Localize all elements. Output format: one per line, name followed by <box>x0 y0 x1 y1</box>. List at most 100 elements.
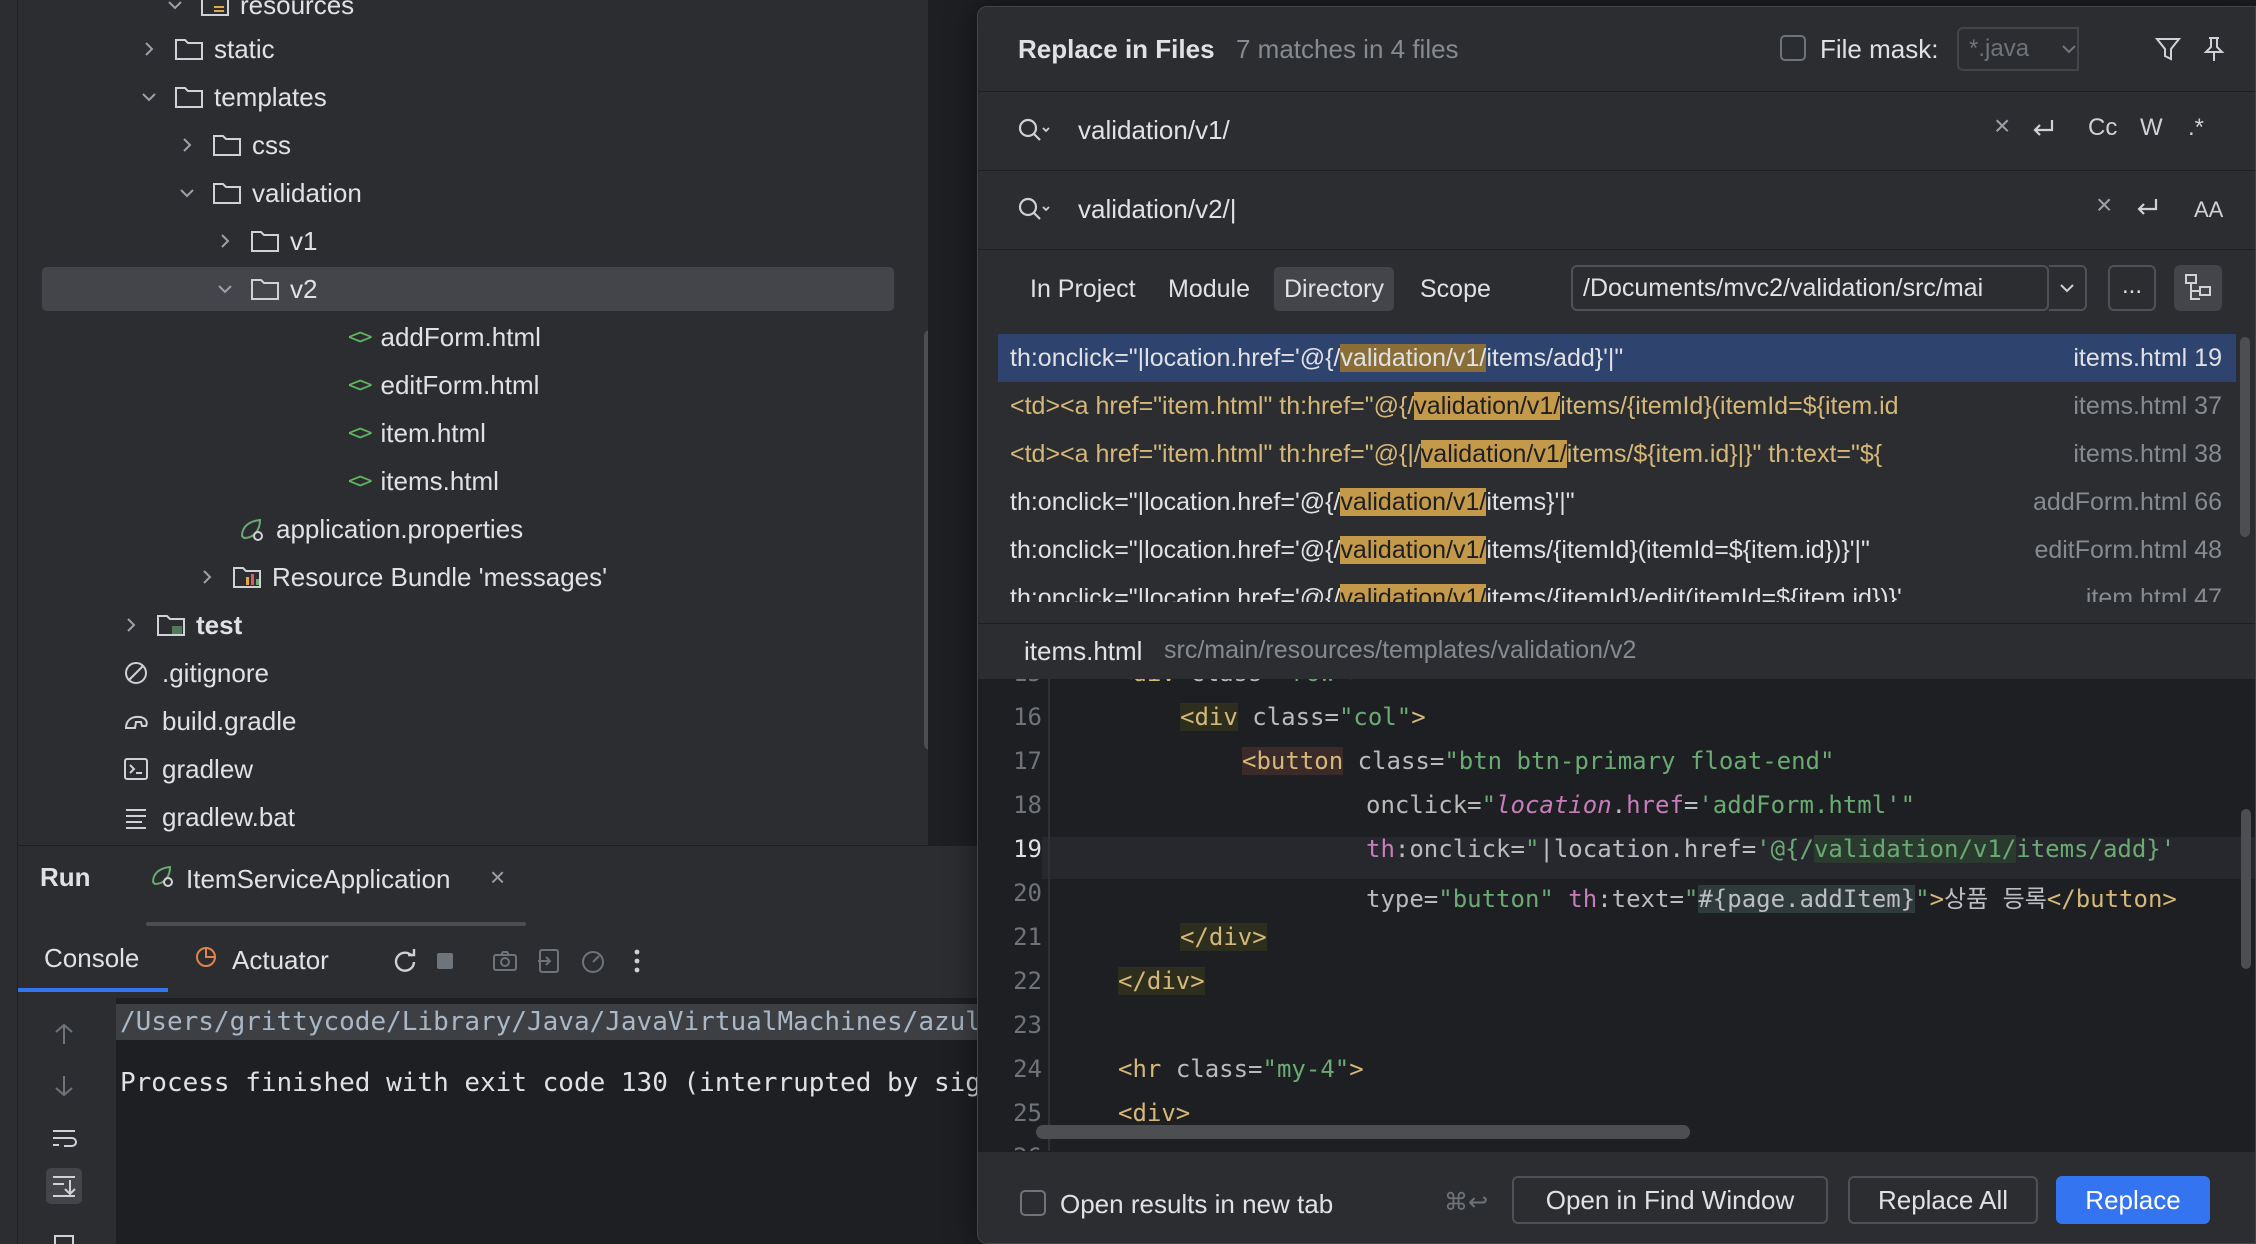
search-row: validation/v1/ × Cc W .* <box>978 92 2255 170</box>
directory-input[interactable]: /Documents/mvc2/validation/src/mai <box>1571 265 2049 311</box>
code-line: </div> <box>1180 923 1267 951</box>
rerun-icon[interactable] <box>390 946 420 976</box>
tree-item-gradlew-bat[interactable]: gradlew.bat <box>18 794 928 840</box>
tree-item-resource-bundle[interactable]: Resource Bundle 'messages' <box>18 554 928 600</box>
dialog-footer: Open results in new tab ⌘↩ Open in Find … <box>978 1151 2255 1243</box>
result-text: items/add}'|" <box>1486 343 1624 372</box>
preserve-case-toggle[interactable]: AA <box>2194 197 2223 223</box>
scroll-to-end-icon[interactable] <box>46 1168 82 1204</box>
result-text: th:onclick="|location.href='@{/ <box>1010 343 1341 372</box>
clear-search-icon[interactable]: × <box>1994 110 2010 142</box>
camera-icon[interactable] <box>490 946 520 976</box>
tree-item-test[interactable]: test <box>18 602 928 648</box>
tree-item-label: validation <box>252 177 362 208</box>
replace-input[interactable]: validation/v2/| <box>1078 194 1237 225</box>
terminal-file-icon <box>122 756 152 782</box>
results-scrollbar[interactable] <box>2240 337 2250 537</box>
tree-item-resources[interactable]: resources <box>18 0 928 28</box>
tree-item-editform[interactable]: <> editForm.html <box>18 362 928 408</box>
console-output[interactable]: /Users/grittycode/Library/Java/JavaVirtu… <box>116 998 1036 1244</box>
new-line-icon[interactable] <box>2028 114 2058 144</box>
run-config-tab[interactable]: ItemServiceApplication <box>148 862 450 897</box>
tree-item-v2[interactable]: v2 <box>18 266 928 312</box>
result-match: validation/v1/ <box>1340 343 1487 372</box>
new-line-icon[interactable] <box>2132 193 2162 223</box>
resources-folder-icon <box>200 0 230 18</box>
result-row[interactable]: <td><a href="item.html" th:href="@{/vali… <box>998 382 2236 430</box>
open-in-find-window-button[interactable]: Open in Find Window <box>1512 1176 1828 1224</box>
vertical-scrollbar[interactable] <box>2241 809 2251 969</box>
pin-icon[interactable] <box>2200 35 2228 63</box>
search-icon[interactable] <box>1016 116 1052 146</box>
filter-icon[interactable] <box>2154 35 2182 63</box>
close-icon[interactable]: × <box>490 862 505 893</box>
regex-toggle[interactable]: .* <box>2188 114 2204 142</box>
result-text: <td><a href="item.html" th:href="@{|/ <box>1010 439 1421 468</box>
shortcut-hint: ⌘↩ <box>1444 1189 1489 1216</box>
match-case-toggle[interactable]: Cc <box>2088 114 2117 142</box>
folder-icon <box>174 84 204 110</box>
tree-item-application-properties[interactable]: application.properties <box>18 506 928 552</box>
soft-wrap-icon[interactable] <box>50 1124 78 1152</box>
tree-item-item[interactable]: <> item.html <box>18 410 928 456</box>
arrow-down-icon[interactable] <box>50 1072 78 1100</box>
tree-item-validation[interactable]: validation <box>18 170 928 216</box>
spring-run-icon <box>148 862 176 897</box>
tree-item-gitignore[interactable]: .gitignore <box>18 650 928 696</box>
result-row[interactable]: th:onclick="|location.href='@{/validatio… <box>998 334 2236 382</box>
replace-button[interactable]: Replace <box>2056 1176 2210 1224</box>
more-options-icon[interactable] <box>622 946 652 976</box>
whole-words-toggle[interactable]: W <box>2140 114 2163 142</box>
exit-icon[interactable] <box>534 946 564 976</box>
group-by-directory-icon[interactable] <box>2174 265 2222 311</box>
line-number: 26 <box>978 1143 1042 1151</box>
run-panel-title: Run <box>40 862 91 892</box>
result-row[interactable]: th:onclick="|location.href='@{/validatio… <box>998 478 2236 526</box>
tree-item-build-gradle[interactable]: build.gradle <box>18 698 928 744</box>
scope-row: In Project Module Directory Scope /Docum… <box>978 247 2255 327</box>
stop-icon[interactable] <box>430 946 460 976</box>
tab-actuator[interactable]: Actuator <box>192 943 329 978</box>
result-row[interactable]: <td><a href="item.html" th:href="@{|/val… <box>998 430 2236 478</box>
tree-item-items[interactable]: <> items.html <box>18 458 928 504</box>
tree-item-label: Resource Bundle 'messages' <box>272 561 608 592</box>
search-input[interactable]: validation/v1/ <box>1078 115 1230 146</box>
gauge-icon[interactable] <box>578 946 608 976</box>
code-preview[interactable]: 15 16 17 18 19 20 21 22 23 24 25 26 <div… <box>978 679 2255 1151</box>
tree-item-addform[interactable]: <> addForm.html <box>18 314 928 360</box>
tab-module[interactable]: Module <box>1158 267 1260 311</box>
new-tab-checkbox[interactable] <box>1020 1190 1046 1216</box>
print-icon[interactable] <box>50 1226 78 1244</box>
tree-item-v1[interactable]: v1 <box>18 218 928 264</box>
tree-item-css[interactable]: css <box>18 122 928 168</box>
dialog-header[interactable]: Replace in Files 7 matches in 4 files Fi… <box>978 7 2255 91</box>
tree-item-label: gradlew.bat <box>162 801 295 832</box>
browse-button[interactable]: ... <box>2108 265 2156 311</box>
line-number: 25 <box>1013 1099 1042 1127</box>
tab-console[interactable]: Console <box>44 943 139 974</box>
chevron-down-icon <box>216 280 234 298</box>
result-location: items.html 37 <box>2073 391 2222 420</box>
tab-scope[interactable]: Scope <box>1410 267 1501 311</box>
chevron-down-icon[interactable] <box>2049 265 2087 311</box>
result-row[interactable]: th:onclick="|location.href='@{/validatio… <box>998 574 2236 602</box>
replace-all-button[interactable]: Replace All <box>1848 1176 2038 1224</box>
preview-file-name: items.html <box>1024 636 1143 666</box>
horizontal-scrollbar[interactable] <box>1036 1125 1690 1139</box>
tab-in-project[interactable]: In Project <box>1020 267 1146 311</box>
tree-item-templates[interactable]: templates <box>18 74 928 120</box>
preview-header: items.html src/main/resources/templates/… <box>978 623 2255 679</box>
clear-replace-icon[interactable]: × <box>2096 189 2112 221</box>
folder-icon <box>212 132 242 158</box>
result-row[interactable]: th:onclick="|location.href='@{/validatio… <box>998 526 2236 574</box>
actuator-icon <box>192 943 220 978</box>
tab-directory[interactable]: Directory <box>1274 267 1395 311</box>
search-icon[interactable] <box>1016 195 1052 225</box>
tree-item-static[interactable]: static <box>18 26 928 72</box>
actuator-label: Actuator <box>232 945 329 975</box>
chevron-down-icon[interactable] <box>2054 27 2084 71</box>
arrow-up-icon[interactable] <box>50 1020 78 1048</box>
file-mask-checkbox[interactable] <box>1780 35 1806 61</box>
tree-item-gradlew[interactable]: gradlew <box>18 746 928 792</box>
html-file-icon: <> <box>348 372 372 398</box>
